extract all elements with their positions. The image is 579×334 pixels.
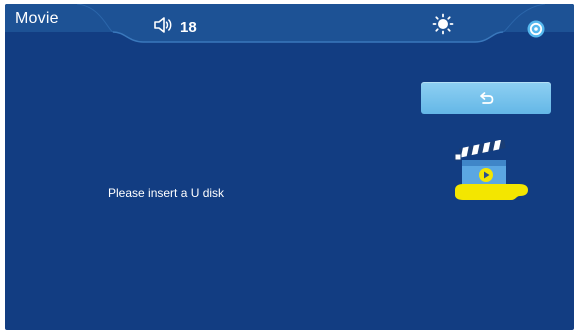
back-button[interactable] — [421, 82, 551, 114]
sun-icon[interactable] — [432, 13, 454, 40]
volume-control[interactable]: 18 — [153, 16, 197, 39]
settings-button[interactable] — [527, 20, 545, 43]
status-bar-background — [5, 4, 574, 43]
insert-disk-message: Please insert a U disk — [108, 186, 225, 200]
return-arrow-icon — [480, 92, 494, 104]
movie-clapperboard-icon — [449, 139, 531, 215]
volume-level: 18 — [180, 18, 197, 36]
main-content: Please insert a U disk — [5, 48, 574, 330]
settings-icon — [527, 20, 545, 38]
speaker-icon — [153, 16, 173, 39]
page-title: Movie — [15, 10, 59, 27]
movie-screen: Movie 18 Please insert a U disk — [5, 4, 574, 330]
status-bar: Movie 18 — [5, 4, 574, 48]
